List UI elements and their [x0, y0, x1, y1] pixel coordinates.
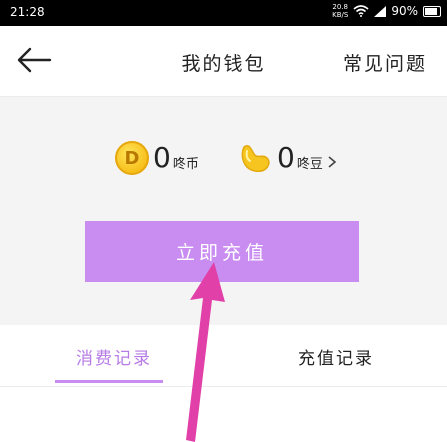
- bean-icon: [241, 144, 270, 172]
- bean-unit: 咚豆: [296, 156, 323, 172]
- network-speed: 20.8 KB/S: [332, 3, 348, 19]
- tab-recharge-records[interactable]: 充值记录: [298, 344, 374, 369]
- status-bar: 21:28 20.8 KB/S 90%: [0, 0, 447, 26]
- bean-balance[interactable]: 0 咚豆: [237, 141, 337, 175]
- tab-consumption-records[interactable]: 消费记录: [76, 344, 152, 369]
- header: 我的钱包 常见问题: [0, 26, 447, 97]
- active-tab-indicator: [55, 380, 163, 383]
- signal-icon: [374, 5, 387, 17]
- bean-amount: 0: [277, 141, 295, 174]
- battery-icon: [423, 5, 441, 17]
- coin-amount: 0: [153, 141, 171, 174]
- network-speed-unit: KB/S: [332, 11, 349, 19]
- records-list: [0, 387, 447, 442]
- wifi-icon: [353, 5, 369, 17]
- network-speed-value: 20.8: [332, 3, 349, 11]
- battery-percentage: 90%: [391, 4, 418, 18]
- chevron-right-icon: [328, 156, 337, 168]
- coin-balance: D 0 咚币: [115, 141, 199, 175]
- balance-row: D 0 咚币 0 咚豆: [0, 141, 447, 181]
- faq-link[interactable]: 常见问题: [343, 49, 427, 76]
- coin-unit: 咚币: [172, 156, 199, 172]
- balance-section: D 0 咚币 0 咚豆 立即充值: [0, 97, 447, 325]
- status-indicators: 20.8 KB/S 90%: [332, 3, 441, 19]
- status-time: 21:28: [10, 5, 45, 19]
- coin-icon: D: [115, 141, 149, 175]
- recharge-now-button[interactable]: 立即充值: [85, 221, 359, 282]
- record-tabs: 消费记录 充值记录: [0, 326, 447, 387]
